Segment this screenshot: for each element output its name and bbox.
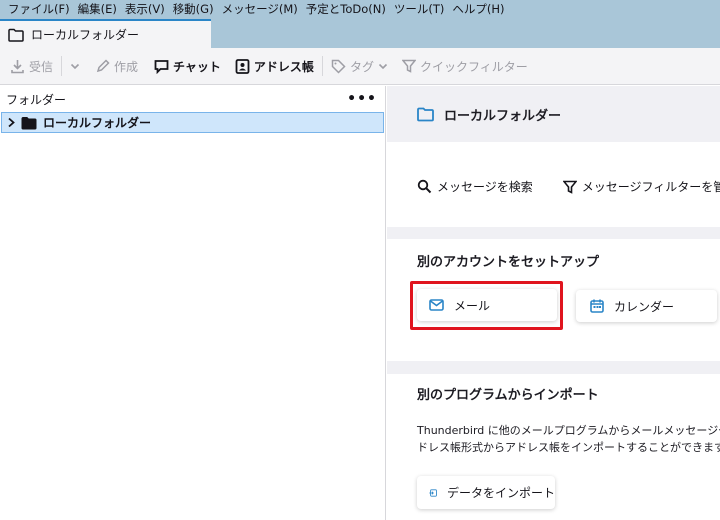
search-icon (417, 179, 432, 194)
menu-tools[interactable]: ツール(T) (390, 0, 449, 18)
folder-row-local-folders[interactable]: ローカルフォルダー (1, 112, 384, 133)
tab-local-folders[interactable]: ローカルフォルダー (0, 19, 211, 48)
tab-label: ローカルフォルダー (31, 28, 140, 42)
folder-pane: フォルダー ••• ローカルフォルダー (0, 86, 386, 520)
tag-button[interactable]: タグ (327, 53, 392, 79)
setup-calendar-button[interactable]: カレンダー (576, 290, 717, 322)
chevron-down-icon (70, 63, 80, 70)
import-title: 別のプログラムからインポート (417, 388, 599, 403)
search-messages-link[interactable]: メッセージを検索 (417, 178, 533, 195)
filter-icon (562, 180, 577, 194)
folder-pane-menu-button[interactable]: ••• (347, 91, 377, 107)
import-data-button[interactable]: データをインポート (417, 476, 555, 509)
title-bar: ファイル(F) 編集(E) 表示(V) 移動(G) メッセージ(M) 予定とTo… (0, 0, 720, 48)
import-icon (429, 488, 437, 497)
receive-dropdown[interactable] (66, 53, 84, 79)
menu-bar: ファイル(F) 編集(E) 表示(V) 移動(G) メッセージ(M) 予定とTo… (0, 0, 508, 18)
chat-icon (154, 59, 169, 74)
account-central: ローカルフォルダー メッセージを検索 メッセージフィルターを管理 別のアカウント… (387, 86, 720, 520)
calendar-icon (590, 299, 604, 313)
compose-button[interactable]: 作成 (92, 53, 142, 79)
address-book-button[interactable]: アドレス帳 (231, 53, 318, 79)
chevron-right-icon[interactable] (7, 117, 16, 128)
folder-pane-title: フォルダー (6, 92, 67, 107)
menu-events-tasks[interactable]: 予定とToDo(N) (302, 0, 390, 18)
envelope-icon (429, 299, 444, 311)
receive-button[interactable]: 受信 (6, 53, 57, 79)
setup-mail-button[interactable]: メール (417, 289, 557, 321)
folder-name: ローカルフォルダー (43, 116, 152, 130)
main-toolbar: 受信 作成 チャット アドレス帳 タグ クイックフィルター (0, 48, 720, 85)
account-central-header: ローカルフォルダー (387, 86, 720, 142)
menu-file[interactable]: ファイル(F) (4, 0, 74, 18)
toolbar-separator (321, 56, 323, 76)
filter-icon (401, 59, 416, 73)
import-description: Thunderbird に他のメールプログラムからメールメッセージやフィード購 … (417, 424, 720, 454)
menu-go[interactable]: 移動(G) (169, 0, 218, 18)
actions-card: メッセージを検索 メッセージフィルターを管理 (387, 142, 720, 227)
setup-account-card: 別のアカウントをセットアップ メール カレンダー (387, 239, 720, 361)
menu-message[interactable]: メッセージ(M) (218, 0, 302, 18)
pencil-icon (96, 59, 110, 73)
page-title: ローカルフォルダー (444, 108, 562, 124)
folder-icon (21, 116, 37, 129)
chevron-down-icon (378, 63, 388, 70)
quick-filter-button[interactable]: クイックフィルター (398, 53, 532, 79)
import-card: 別のプログラムからインポート Thunderbird に他のメールプログラムから… (387, 374, 720, 520)
toolbar-separator (61, 56, 63, 76)
menu-help[interactable]: ヘルプ(H) (448, 0, 508, 18)
folder-icon (8, 28, 24, 42)
tag-icon (331, 59, 346, 74)
setup-account-title: 別のアカウントをセットアップ (417, 255, 600, 270)
folder-icon (417, 107, 434, 121)
folder-pane-header: フォルダー ••• (0, 86, 385, 112)
manage-filters-link[interactable]: メッセージフィルターを管理 (562, 178, 720, 195)
download-icon (11, 59, 24, 73)
menu-view[interactable]: 表示(V) (121, 0, 169, 18)
chat-button[interactable]: チャット (150, 53, 225, 79)
address-book-icon (235, 58, 250, 74)
menu-edit[interactable]: 編集(E) (74, 0, 121, 18)
